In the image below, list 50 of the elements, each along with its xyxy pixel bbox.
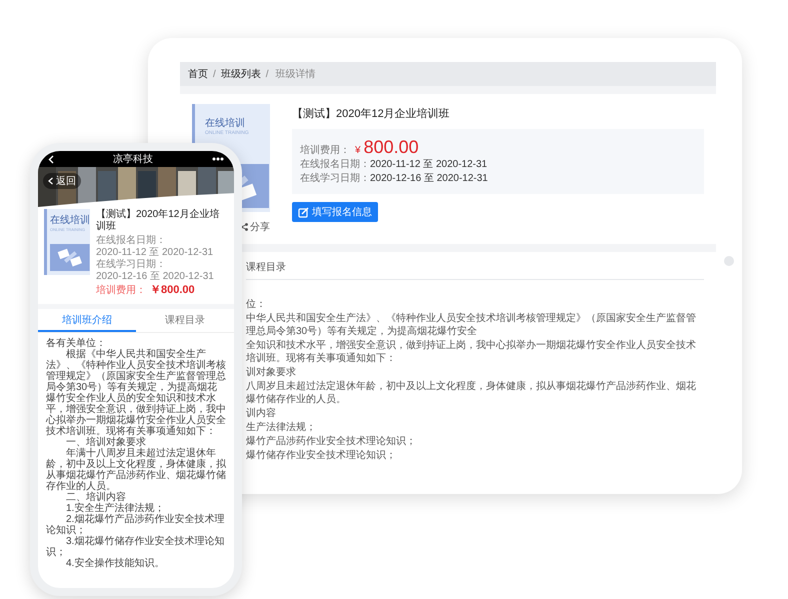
breadcrumb-separator: /	[266, 68, 269, 80]
text-line: 生产法律法规；	[246, 421, 317, 434]
paragraph: 年满十八周岁且未超过法定退休年龄，初中及以上文化程度，身体健康，拟从事烟花爆竹产品涉药作业、烟花爆竹储存作业的人员。	[46, 448, 226, 492]
date-label: 在线学习日期：	[96, 259, 166, 271]
paragraph: 二、培训内容	[65, 492, 127, 503]
fee-label: 培训费用：	[300, 144, 350, 157]
date-value: 2020-11-12 至 2020-12-31	[370, 158, 488, 172]
date-label: 在线报名日期：	[300, 158, 370, 172]
fee-amount: 800.00	[364, 137, 419, 158]
text-line: 爆竹储存作业安全技术理论知识；	[246, 449, 397, 462]
cover-title: 在线培训	[205, 118, 245, 130]
cover-title: 在线培训	[50, 215, 90, 227]
paragraph: 1.安全生产法律法规；	[65, 503, 164, 514]
text-line: 位：	[246, 298, 267, 311]
tab[interactable]: 培训班介绍	[38, 309, 136, 332]
breadcrumb-link[interactable]: 班级列表	[220, 67, 261, 81]
tab[interactable]: 课程目录	[136, 309, 234, 332]
breadcrumb-link[interactable]: 首页	[188, 67, 208, 81]
paragraph: 一、培训对象要求	[65, 437, 146, 448]
paragraph: 2.烟花爆竹产品涉药作业安全技术理论知识；	[46, 514, 226, 536]
course-title: 【测试】2020年12月企业培训班	[292, 106, 450, 121]
camera-dot	[724, 256, 734, 266]
fee-label: 培训费用：	[96, 285, 146, 296]
more-icon	[212, 157, 224, 161]
signup-button[interactable]: 填写报名信息	[292, 202, 378, 222]
date-label: 在线报名日期：	[96, 235, 166, 247]
back-button[interactable]: 返回	[43, 173, 81, 189]
text-line: 训内容	[246, 407, 277, 420]
back-icon	[48, 177, 53, 185]
text-line: 训对象要求	[246, 366, 297, 379]
paragraph: 根据《中华人民共和国安全生产法》、《特种作业人员安全技术培训考核管理规定》（原国家安全生产监督管理总局令第30号）等有关规定，为提高烟花爆竹安全作业人员的安全知识和技术水平，增强安全意识，做到持证上岗，我中心拟举办一期烟花爆竹安全作业人员安全技术培训班。现将有关事项通知如下：	[46, 349, 226, 437]
text-line: 全知识和技术水平，增强安全意识，做到持证上岗，我中心拟举办一期烟花爆竹安全作业人员安全技术培训班。现将有关事项通知如下：	[246, 339, 697, 365]
text-line: 爆竹产品涉药作业安全技术理论知识；	[246, 435, 417, 448]
date-value: 2020-12-16 至 2020-12-31	[370, 172, 488, 186]
text-line: 中华人民共和国安全生产法》、《特种作业人员安全技术培训考核管理规定》（原国家安全生产监督管理总局令第30号）等有关规定，为提高烟花爆竹安全	[246, 312, 697, 338]
date-value: 2020-12-16 至 2020-12-31	[96, 271, 214, 283]
course-title: 【测试】2020年12月企业培训班	[96, 209, 220, 233]
paragraph: 3.烟花爆竹储存作业安全技术理论知识；	[46, 536, 226, 558]
fee-amount: ￥800.00	[150, 284, 195, 296]
paragraph: 各有关单位：	[46, 338, 106, 349]
date-label: 在线学习日期：	[300, 172, 370, 186]
edit-icon	[298, 206, 309, 218]
paragraph: 4.安全操作技能知识。	[65, 558, 166, 569]
app-title: 凉亭科技	[112, 152, 154, 166]
tab[interactable]: 课程目录	[246, 260, 286, 274]
date-value: 2020-11-12 至 2020-12-31	[96, 247, 214, 258]
currency-sign: ¥	[355, 145, 361, 156]
back-icon	[48, 154, 54, 164]
text-line: 八周岁且未超过法定退休年龄，初中及以上文化程度，身体健康，拟从事烟花爆竹产品涉药作业、烟花爆竹储存作业的人员。	[246, 380, 697, 406]
breadcrumb-separator: /	[213, 68, 216, 80]
